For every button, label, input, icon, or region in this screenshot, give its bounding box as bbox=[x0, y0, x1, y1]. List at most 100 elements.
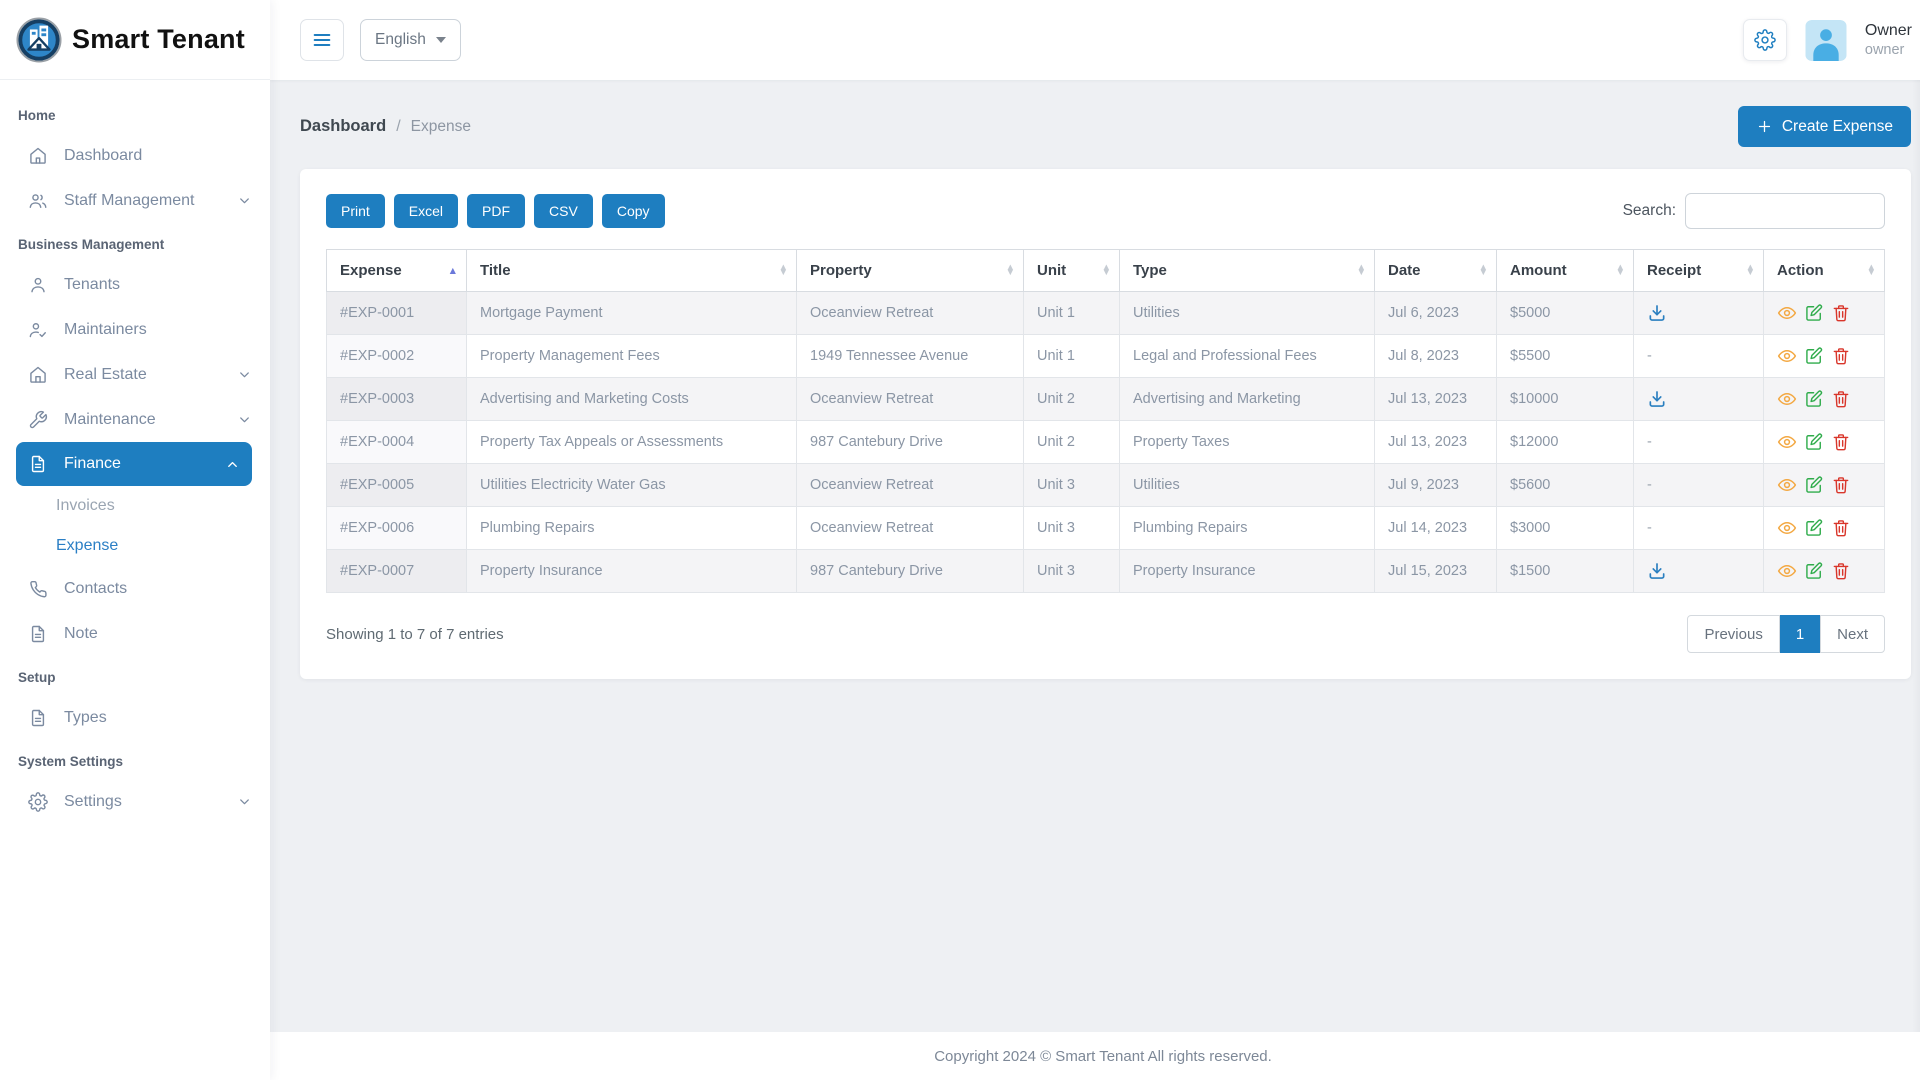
sidebar-item-label: Contacts bbox=[64, 580, 127, 598]
eye-icon bbox=[1777, 518, 1797, 538]
column-header-receipt[interactable]: Receipt▲▼ bbox=[1634, 250, 1764, 292]
edit-button[interactable] bbox=[1804, 346, 1824, 366]
delete-button[interactable] bbox=[1831, 475, 1851, 495]
pencil-square-icon bbox=[1804, 346, 1824, 366]
breadcrumb-dashboard[interactable]: Dashboard bbox=[300, 117, 386, 136]
eye-icon bbox=[1777, 561, 1797, 581]
sidebar-subitem-invoices[interactable]: Invoices bbox=[0, 486, 270, 526]
delete-button[interactable] bbox=[1831, 518, 1851, 538]
page-1-button[interactable]: 1 bbox=[1780, 615, 1820, 653]
sidebar-subitem-expense[interactable]: Expense bbox=[0, 526, 270, 566]
copyright-text: Copyright 2024 © Smart Tenant All rights… bbox=[934, 1048, 1272, 1065]
cell-property: Oceanview Retreat bbox=[797, 464, 1024, 507]
search-input[interactable] bbox=[1685, 193, 1885, 229]
cell-type: Property Insurance bbox=[1120, 550, 1375, 593]
edit-button[interactable] bbox=[1804, 389, 1824, 409]
sidebar-item-real-estate[interactable]: Real Estate bbox=[0, 352, 270, 397]
cell-property: 1949 Tennessee Avenue bbox=[797, 335, 1024, 378]
create-expense-label: Create Expense bbox=[1782, 118, 1893, 136]
sidebar-item-maintenance[interactable]: Maintenance bbox=[0, 397, 270, 442]
delete-button[interactable] bbox=[1831, 561, 1851, 581]
expense-table-card: PrintExcelPDFCSVCopy Search: Expense▲Tit… bbox=[300, 169, 1911, 679]
no-receipt-dash: - bbox=[1647, 348, 1652, 364]
cell-action bbox=[1764, 335, 1885, 378]
table-row: #EXP-0003Advertising and Marketing Costs… bbox=[327, 378, 1885, 421]
sidebar-item-tenants[interactable]: Tenants bbox=[0, 262, 270, 307]
sidebar-item-settings[interactable]: Settings bbox=[0, 779, 270, 824]
export-excel-button[interactable]: Excel bbox=[394, 194, 458, 228]
cell-receipt: - bbox=[1634, 335, 1764, 378]
eye-icon bbox=[1777, 389, 1797, 409]
view-button[interactable] bbox=[1777, 518, 1797, 538]
chevron-up-icon bbox=[225, 457, 240, 472]
delete-button[interactable] bbox=[1831, 346, 1851, 366]
column-header-title[interactable]: Title▲▼ bbox=[467, 250, 797, 292]
table-row: #EXP-0002Property Management Fees1949 Te… bbox=[327, 335, 1885, 378]
edit-button[interactable] bbox=[1804, 518, 1824, 538]
trash-icon bbox=[1831, 346, 1851, 366]
column-header-expense[interactable]: Expense▲ bbox=[327, 250, 467, 292]
export-csv-button[interactable]: CSV bbox=[534, 194, 593, 228]
sidebar-item-finance[interactable]: Finance bbox=[16, 442, 252, 486]
brand-name: Smart Tenant bbox=[72, 24, 245, 55]
delete-button[interactable] bbox=[1831, 432, 1851, 452]
download-receipt-button[interactable] bbox=[1647, 389, 1667, 409]
cell-amount: $10000 bbox=[1497, 378, 1634, 421]
avatar[interactable] bbox=[1805, 20, 1847, 61]
export-pdf-button[interactable]: PDF bbox=[467, 194, 525, 228]
cell-unit: Unit 2 bbox=[1024, 421, 1120, 464]
view-button[interactable] bbox=[1777, 432, 1797, 452]
file-text-icon bbox=[28, 624, 48, 644]
column-header-property[interactable]: Property▲▼ bbox=[797, 250, 1024, 292]
user-menu[interactable]: Owner owner bbox=[1865, 21, 1912, 59]
cell-type: Plumbing Repairs bbox=[1120, 507, 1375, 550]
export-print-button[interactable]: Print bbox=[326, 194, 385, 228]
language-dropdown[interactable]: English bbox=[360, 19, 461, 61]
trash-icon bbox=[1831, 389, 1851, 409]
cell-title: Mortgage Payment bbox=[467, 292, 797, 335]
column-header-unit[interactable]: Unit▲▼ bbox=[1024, 250, 1120, 292]
chevron-down-icon bbox=[237, 193, 252, 208]
expense-table: Expense▲Title▲▼Property▲▼Unit▲▼Type▲▼Dat… bbox=[326, 249, 1885, 593]
eye-icon bbox=[1777, 303, 1797, 323]
delete-button[interactable] bbox=[1831, 389, 1851, 409]
column-header-action[interactable]: Action▲▼ bbox=[1764, 250, 1885, 292]
download-receipt-button[interactable] bbox=[1647, 303, 1667, 323]
cell-title: Advertising and Marketing Costs bbox=[467, 378, 797, 421]
cell-receipt bbox=[1634, 550, 1764, 593]
view-button[interactable] bbox=[1777, 303, 1797, 323]
create-expense-button[interactable]: Create Expense bbox=[1738, 106, 1911, 147]
pencil-square-icon bbox=[1804, 518, 1824, 538]
column-header-date[interactable]: Date▲▼ bbox=[1375, 250, 1497, 292]
edit-button[interactable] bbox=[1804, 475, 1824, 495]
column-header-type[interactable]: Type▲▼ bbox=[1120, 250, 1375, 292]
edit-button[interactable] bbox=[1804, 561, 1824, 581]
sidebar-toggle-button[interactable] bbox=[300, 19, 344, 61]
view-button[interactable] bbox=[1777, 346, 1797, 366]
sidebar-item-maintainers[interactable]: Maintainers bbox=[0, 307, 270, 352]
edit-button[interactable] bbox=[1804, 303, 1824, 323]
view-button[interactable] bbox=[1777, 389, 1797, 409]
sidebar-item-note[interactable]: Note bbox=[0, 611, 270, 656]
column-header-amount[interactable]: Amount▲▼ bbox=[1497, 250, 1634, 292]
delete-button[interactable] bbox=[1831, 303, 1851, 323]
sidebar-item-types[interactable]: Types bbox=[0, 695, 270, 740]
cell-action bbox=[1764, 464, 1885, 507]
next-page-button[interactable]: Next bbox=[1820, 615, 1885, 653]
sidebar-item-dashboard[interactable]: Dashboard bbox=[0, 133, 270, 178]
settings-gear-button[interactable] bbox=[1743, 19, 1787, 61]
cell-type: Legal and Professional Fees bbox=[1120, 335, 1375, 378]
download-receipt-button[interactable] bbox=[1647, 561, 1667, 581]
user-check-icon bbox=[28, 320, 48, 340]
sidebar-item-label: Tenants bbox=[64, 276, 120, 294]
previous-page-button[interactable]: Previous bbox=[1687, 615, 1779, 653]
sidebar-item-staff-management[interactable]: Staff Management bbox=[0, 178, 270, 223]
sidebar-item-contacts[interactable]: Contacts bbox=[0, 566, 270, 611]
export-copy-button[interactable]: Copy bbox=[602, 194, 665, 228]
cell-type: Utilities bbox=[1120, 464, 1375, 507]
download-icon bbox=[1647, 389, 1667, 409]
view-button[interactable] bbox=[1777, 475, 1797, 495]
brand-logo-row[interactable]: Smart Tenant bbox=[0, 0, 270, 80]
view-button[interactable] bbox=[1777, 561, 1797, 581]
edit-button[interactable] bbox=[1804, 432, 1824, 452]
